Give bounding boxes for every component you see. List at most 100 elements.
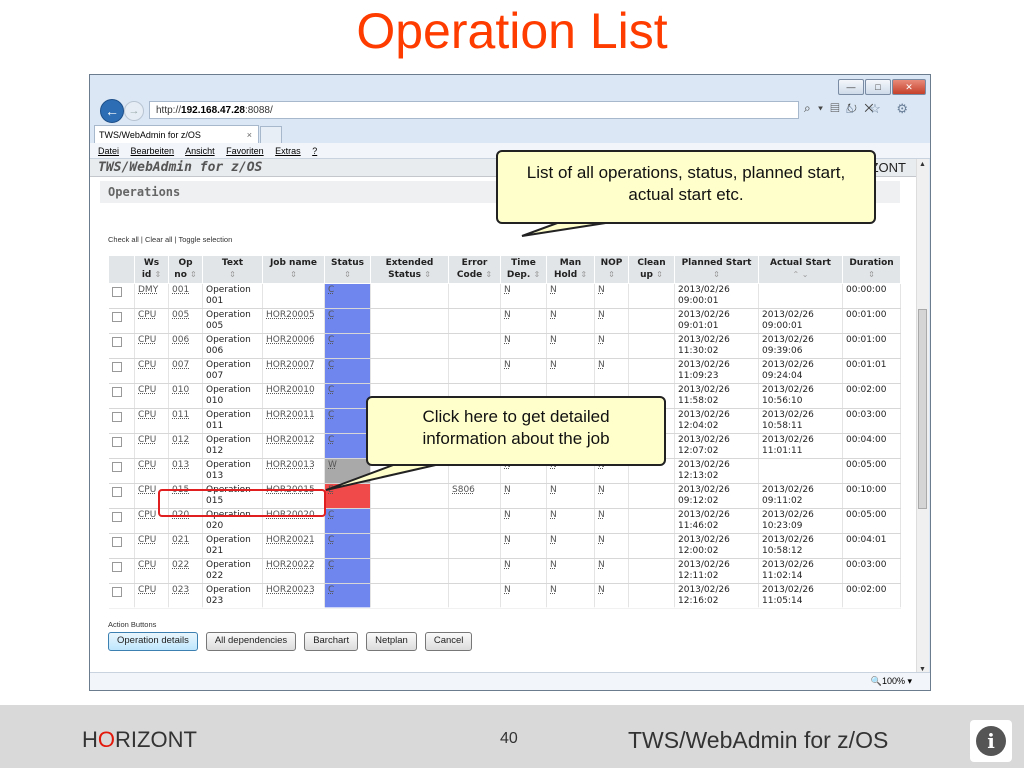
- cell-time: N: [500, 308, 547, 334]
- cell-ws: CPU: [134, 433, 169, 459]
- column-header[interactable]: Op no ⇕: [168, 255, 203, 284]
- home-favorites-settings-icons[interactable]: ⌂ ☆ ⚙: [846, 101, 914, 117]
- cell-job: HOR20006: [262, 333, 325, 359]
- column-header[interactable]: Extended Status ⇕: [370, 255, 449, 284]
- row-checkbox[interactable]: [111, 437, 122, 447]
- sort-icon[interactable]: ⇕: [190, 270, 197, 279]
- close-window-button[interactable]: ✕: [892, 79, 926, 95]
- table-row[interactable]: CPU 022 Operation 022 HOR20022 C N N N 2013/02/26…: [108, 558, 901, 584]
- row-checkbox[interactable]: [111, 462, 122, 472]
- table-row[interactable]: CPU 006 Operation 006 HOR20006 C N N N 2013/02/26…: [108, 333, 901, 359]
- info-icon[interactable]: i: [970, 720, 1012, 762]
- all-dependencies-button[interactable]: All dependencies: [205, 632, 297, 651]
- sort-icon[interactable]: ⇕: [154, 270, 161, 279]
- table-row[interactable]: DMY 001 Operation 001 C N N N 2013/02/26 09:00:01…: [108, 283, 901, 309]
- row-checkbox[interactable]: [111, 512, 122, 522]
- column-header[interactable]: Actual Start ⌃ ⌄: [758, 255, 843, 284]
- sort-icon[interactable]: ⇕: [344, 270, 351, 279]
- cell-status: W: [324, 458, 371, 484]
- cell-clean: [628, 508, 675, 534]
- column-header-label-2: Hold ⇕: [553, 270, 588, 280]
- back-button[interactable]: ←: [100, 99, 124, 123]
- cell-time: N: [500, 358, 547, 384]
- forward-button[interactable]: →: [124, 101, 144, 121]
- cell-job: [262, 283, 325, 309]
- column-header[interactable]: Text ⇕: [202, 255, 263, 284]
- cell-job: HOR20021: [262, 533, 325, 559]
- row-checkbox[interactable]: [111, 362, 122, 372]
- sort-icon[interactable]: ⇕: [713, 270, 720, 279]
- table-row[interactable]: CPU 023 Operation 023 HOR20023 C N N N 2013/02/26…: [108, 583, 901, 609]
- cancel-button[interactable]: Cancel: [424, 632, 473, 651]
- row-checkbox[interactable]: [111, 562, 122, 572]
- sort-icon[interactable]: ⇕: [290, 270, 297, 279]
- sort-icon[interactable]: ⇕: [580, 270, 587, 279]
- column-header[interactable]: Clean up ⇕: [628, 255, 675, 284]
- menu-favoriten[interactable]: Favoriten: [226, 146, 264, 156]
- cell-text1: Operation 010: [202, 383, 263, 409]
- column-header[interactable]: Duration ⇕: [842, 255, 901, 284]
- row-checkbox[interactable]: [111, 537, 122, 547]
- table-row[interactable]: CPU 005 Operation 005 HOR20005 C N N N 2013/02/26…: [108, 308, 901, 334]
- maximize-button[interactable]: □: [865, 79, 891, 95]
- row-checkbox[interactable]: [111, 337, 122, 347]
- column-header-label: Time: [511, 258, 536, 268]
- row-checkbox[interactable]: [111, 412, 122, 422]
- column-header-label: Extended: [385, 258, 434, 268]
- column-header[interactable]: Error Code ⇕: [448, 255, 501, 284]
- row-checkbox[interactable]: [111, 312, 122, 322]
- cell-dur: 00:05:00: [842, 508, 901, 534]
- barchart-button[interactable]: Barchart: [304, 632, 359, 651]
- menu-bearbeiten[interactable]: Bearbeiten: [131, 146, 175, 156]
- sort-icon[interactable]: ⇕: [485, 270, 492, 279]
- cell-dur: 00:01:00: [842, 308, 901, 334]
- url-host: 192.168.47.28: [181, 105, 245, 116]
- cell-hold: N: [546, 533, 595, 559]
- minimize-button[interactable]: —: [838, 79, 864, 95]
- new-tab-button[interactable]: [260, 126, 282, 144]
- cell-op: 011: [168, 408, 203, 434]
- cell-dur: 00:03:00: [842, 408, 901, 434]
- sort-icon[interactable]: ⇕: [533, 270, 540, 279]
- sort-icon[interactable]: ⇕: [868, 270, 875, 279]
- netplan-button[interactable]: Netplan: [366, 632, 417, 651]
- row-checkbox[interactable]: [111, 387, 122, 397]
- table-row[interactable]: CPU 021 Operation 021 HOR20021 C N N N 2013/02/26…: [108, 533, 901, 559]
- table-row[interactable]: CPU 007 Operation 007 HOR20007 C N N N 2013/02/26…: [108, 358, 901, 384]
- column-header[interactable]: Ws id ⇕: [134, 255, 169, 284]
- menu-datei[interactable]: Datei: [98, 146, 119, 156]
- sort-icon[interactable]: ⇕: [656, 270, 663, 279]
- cell-dur: 00:02:00: [842, 383, 901, 409]
- selection-links[interactable]: Check all | Clear all | Toggle selection: [108, 235, 232, 244]
- column-header[interactable]: Job name ⇕: [262, 255, 325, 284]
- sort-icon[interactable]: ⇕: [229, 270, 236, 279]
- column-header[interactable]: NOP ⇕: [594, 255, 629, 284]
- cell-op: 021: [168, 533, 203, 559]
- scroll-thumb[interactable]: [918, 309, 927, 509]
- scroll-up-icon[interactable]: ▲: [919, 161, 926, 168]
- tab-close-icon[interactable]: ×: [247, 126, 252, 144]
- cell-plan1: 2013/02/26 11:30:02: [674, 333, 759, 359]
- column-header[interactable]: Time Dep. ⇕: [500, 255, 547, 284]
- cell-act1: 2013/02/26 11:05:14: [758, 583, 843, 609]
- row-checkbox[interactable]: [111, 487, 122, 497]
- row-checkbox[interactable]: [111, 587, 122, 597]
- vertical-scrollbar[interactable]: ▲ ▼: [916, 159, 929, 675]
- sort-icon[interactable]: ⌃ ⌄: [793, 270, 809, 279]
- cell-ext: [370, 533, 449, 559]
- menu-ansicht[interactable]: Ansicht: [185, 146, 215, 156]
- sort-icon[interactable]: ⇕: [608, 270, 615, 279]
- menu-help[interactable]: ?: [312, 146, 317, 156]
- zoom-level[interactable]: 🔍100% ▾: [871, 673, 912, 690]
- cell-job: HOR20007: [262, 358, 325, 384]
- url-field[interactable]: http://192.168.47.28:8088/: [149, 101, 799, 119]
- cell-ws: CPU: [134, 458, 169, 484]
- operation-details-button[interactable]: Operation details: [108, 632, 198, 651]
- sort-icon[interactable]: ⇕: [424, 270, 431, 279]
- column-header[interactable]: Status ⇕: [324, 255, 371, 284]
- column-header[interactable]: Planned Start ⇕: [674, 255, 759, 284]
- menu-extras[interactable]: Extras: [275, 146, 301, 156]
- column-header[interactable]: Man Hold ⇕: [546, 255, 595, 284]
- row-checkbox[interactable]: [111, 287, 122, 297]
- browser-tab[interactable]: TWS/WebAdmin for z/OS ×: [94, 125, 259, 143]
